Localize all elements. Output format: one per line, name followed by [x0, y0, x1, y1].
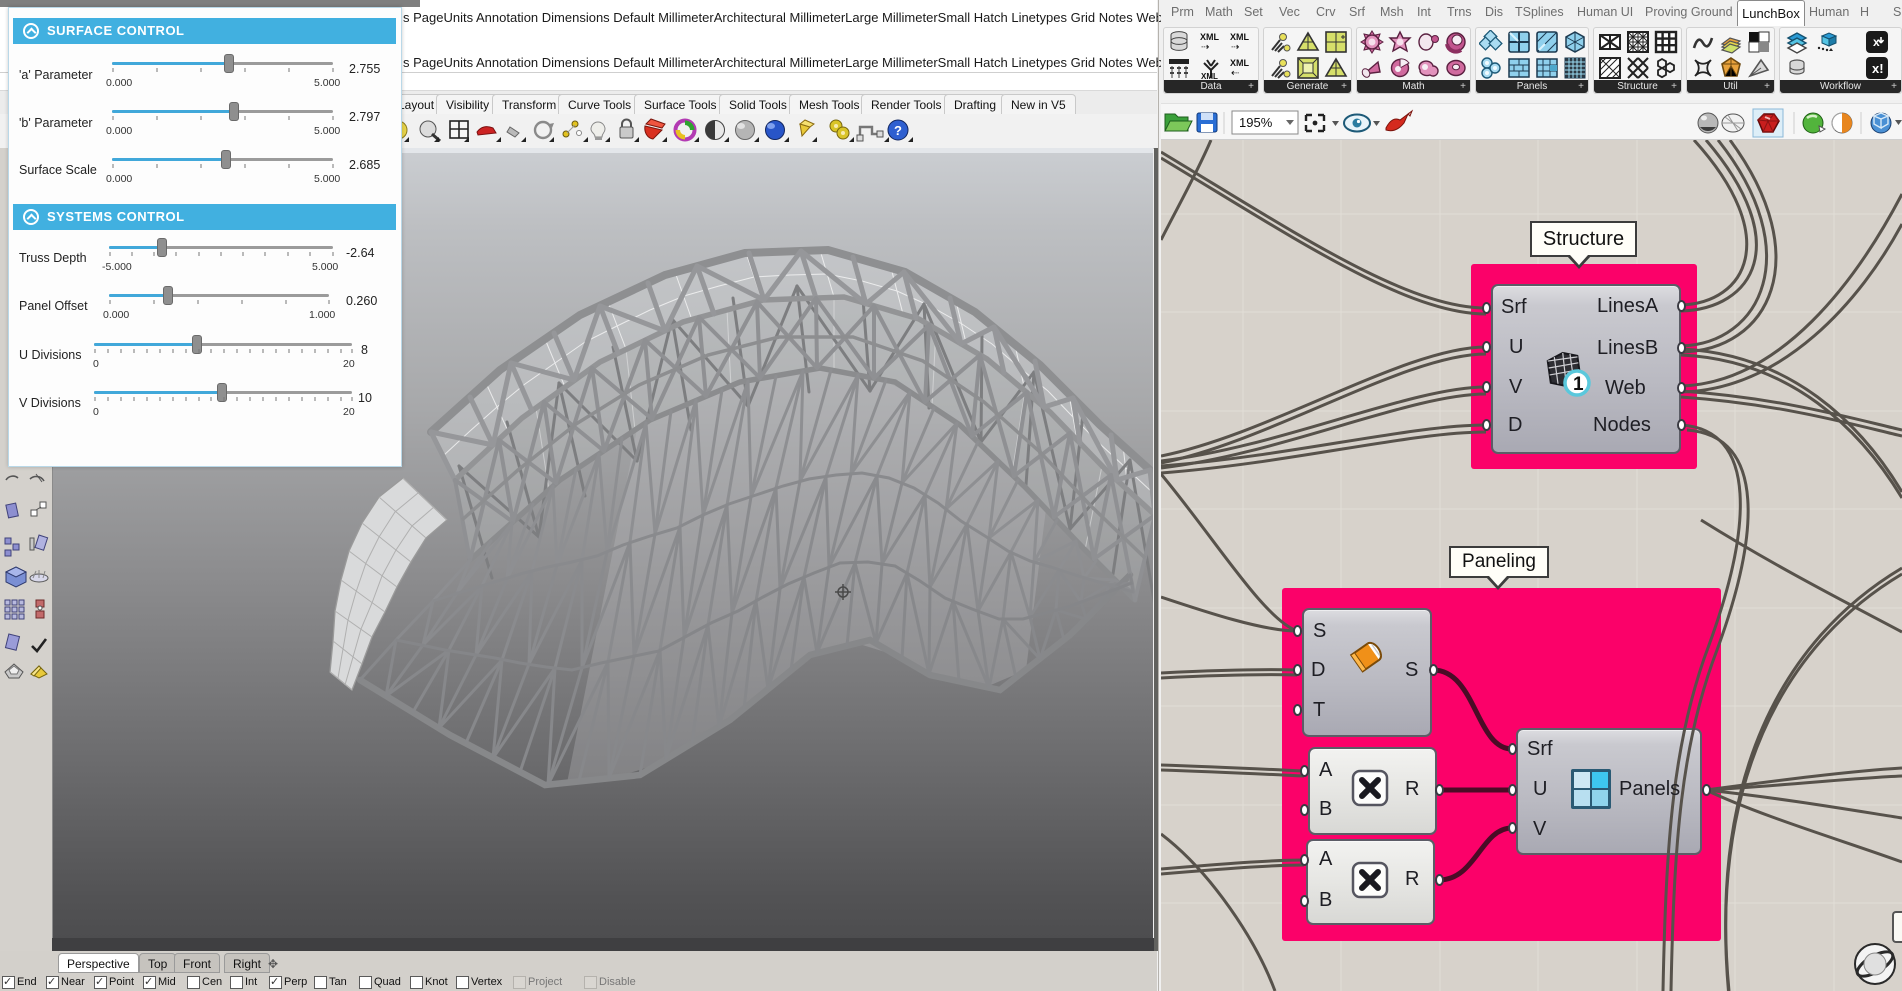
svg-text:x: x [1873, 35, 1880, 49]
svg-text:1: 1 [1573, 374, 1584, 395]
svg-text:⇢: ⇢ [1231, 42, 1239, 53]
svg-text:XML: XML [1201, 72, 1218, 80]
svg-text:⇠: ⇠ [1231, 68, 1239, 79]
svg-text:XML: XML [1230, 32, 1250, 42]
svg-text:x!: x! [1872, 61, 1884, 76]
svg-text:XML: XML [1200, 32, 1220, 42]
svg-text:XML: XML [1230, 58, 1250, 68]
svg-text:?: ? [894, 123, 902, 138]
svg-text:195%: 195% [1239, 115, 1273, 130]
svg-text:⇢: ⇢ [1201, 42, 1209, 53]
